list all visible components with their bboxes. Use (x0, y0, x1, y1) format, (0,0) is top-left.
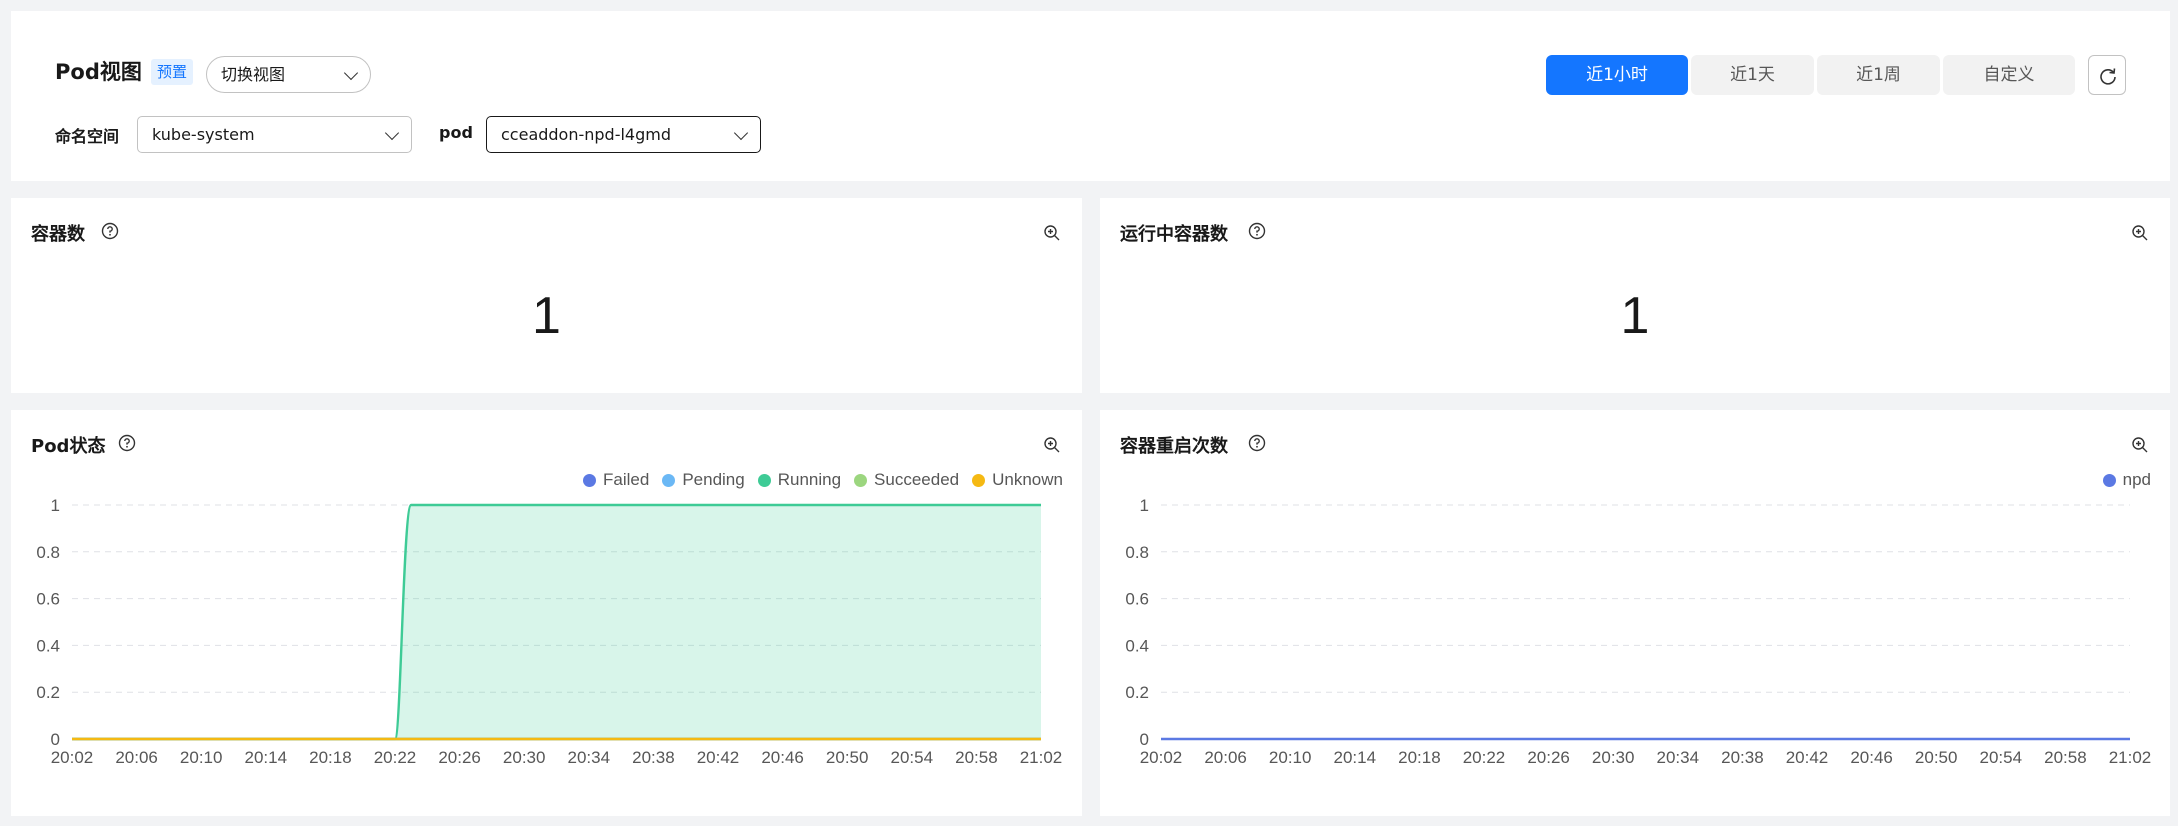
page-title: Pod视图 (55, 60, 142, 84)
chevron-down-icon (384, 125, 400, 141)
chevron-down-icon (343, 65, 359, 81)
x-tick-label: 20:30 (1592, 748, 1635, 767)
x-tick-label: 20:58 (2044, 748, 2087, 767)
y-tick-label: 0 (51, 730, 60, 749)
refresh-button[interactable] (2088, 55, 2126, 95)
range-button-1d[interactable]: 近1天 (1691, 55, 1814, 95)
help-icon[interactable] (1248, 222, 1266, 240)
card-running-container-count: 运行中容器数 1 (1100, 198, 2170, 393)
card-title: 运行中容器数 (1120, 224, 1228, 245)
x-tick-label: 20:06 (115, 748, 158, 767)
y-tick-label: 1 (51, 496, 60, 515)
namespace-select[interactable]: kube-system (137, 116, 412, 153)
x-tick-label: 20:22 (374, 748, 417, 767)
x-tick-label: 20:02 (1140, 748, 1183, 767)
card-title: 容器数 (31, 224, 85, 245)
y-tick-label: 0.2 (1125, 683, 1149, 702)
y-tick-label: 0.6 (1125, 590, 1149, 609)
x-tick-label: 20:30 (503, 748, 546, 767)
x-tick-label: 20:54 (891, 748, 934, 767)
y-tick-label: 0.4 (36, 636, 60, 655)
y-tick-label: 0.8 (36, 543, 60, 562)
pod-status-chart: 0 0.2 0.4 0.6 0.8 1 20:02 20:06 20:10 20:14 20:18 2… (36, 496, 1063, 767)
view-switch-label: 切换视图 (221, 65, 286, 84)
x-tick-label: 20:10 (180, 748, 223, 767)
y-tick-label: 0.8 (1125, 543, 1149, 562)
range-button-1w[interactable]: 近1周 (1817, 55, 1940, 95)
x-tick-label: 20:18 (309, 748, 352, 767)
x-tick-label: 21:02 (1020, 748, 1063, 767)
running-count-value: 1 (1620, 287, 1650, 345)
x-tick-label: 20:14 (245, 748, 288, 767)
x-tick-label: 20:34 (568, 748, 611, 767)
view-switch-select[interactable]: 切换视图 (206, 56, 371, 93)
pod-label: pod (439, 123, 473, 142)
x-tick-label: 21:02 (2109, 748, 2152, 767)
refresh-icon (2100, 68, 2116, 85)
preset-tag: 预置 (151, 59, 194, 85)
namespace-label: 命名空间 (55, 127, 120, 146)
range-button-1h[interactable]: 近1小时 (1546, 55, 1688, 95)
series-area-running (72, 505, 1041, 739)
x-tick-label: 20:58 (955, 748, 998, 767)
x-tick-label: 20:14 (1334, 748, 1377, 767)
y-tick-label: 0.6 (36, 590, 60, 609)
x-tick-label: 20:22 (1463, 748, 1506, 767)
x-tick-label: 20:38 (1721, 748, 1764, 767)
x-tick-label: 20:10 (1269, 748, 1312, 767)
x-tick-label: 20:38 (632, 748, 675, 767)
x-tick-label: 20:54 (1980, 748, 2023, 767)
range-button-custom[interactable]: 自定义 (1943, 55, 2075, 95)
x-tick-label: 20:34 (1657, 748, 1700, 767)
x-tick-label: 20:18 (1398, 748, 1441, 767)
zoom-in-icon[interactable] (1043, 224, 1061, 242)
x-tick-label: 20:26 (1527, 748, 1570, 767)
header-panel: Pod视图 预置 切换视图 近1小时 近1天 近1周 自定义 命名空间 kube… (11, 11, 2170, 181)
card-container-count: 容器数 1 (11, 198, 1082, 393)
card-container-restarts: 容器重启次数 npd 0 0.2 0.4 0.6 0.8 1 20:02 20:06 20:10… (1100, 410, 2170, 816)
y-tick-label: 0 (1140, 730, 1149, 749)
pod-value: cceaddon-npd-l4gmd (501, 125, 672, 144)
namespace-value: kube-system (152, 125, 255, 144)
y-tick-label: 0.4 (1125, 636, 1149, 655)
x-tick-label: 20:26 (438, 748, 481, 767)
card-pod-status: Pod状态 Failed Pending Running Succeeded Unkno… (11, 410, 1082, 816)
x-tick-label: 20:42 (697, 748, 740, 767)
help-icon[interactable] (101, 222, 119, 240)
pod-select[interactable]: cceaddon-npd-l4gmd (486, 116, 761, 153)
x-tick-label: 20:02 (51, 748, 94, 767)
x-tick-label: 20:50 (1915, 748, 1958, 767)
x-tick-label: 20:46 (761, 748, 804, 767)
chevron-down-icon (733, 125, 749, 141)
y-tick-label: 0.2 (36, 683, 60, 702)
restart-count-chart: 0 0.2 0.4 0.6 0.8 1 20:02 20:06 20:10 20:14 20:18 2… (1125, 496, 2152, 767)
x-tick-label: 20:42 (1786, 748, 1829, 767)
y-tick-label: 1 (1140, 496, 1149, 515)
zoom-in-icon[interactable] (2131, 224, 2149, 242)
container-count-value: 1 (532, 287, 561, 345)
x-tick-label: 20:46 (1850, 748, 1893, 767)
x-tick-label: 20:50 (826, 748, 869, 767)
x-tick-label: 20:06 (1204, 748, 1247, 767)
